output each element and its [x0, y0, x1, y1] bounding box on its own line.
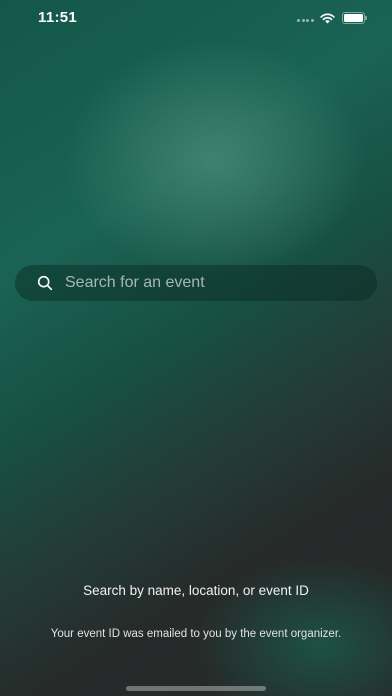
- status-bar: 11:51: [0, 0, 392, 40]
- status-time: 11:51: [38, 9, 78, 26]
- wifi-icon: [320, 13, 335, 24]
- event-id-hint-text: Your event ID was emailed to you by the …: [50, 628, 342, 640]
- battery-icon: [342, 12, 368, 24]
- event-search-bar[interactable]: [15, 265, 377, 301]
- search-hint-text: Search by name, location, or event ID: [83, 583, 309, 598]
- search-icon: [37, 275, 53, 291]
- event-search-input[interactable]: [65, 265, 365, 301]
- cellular-signal-icon: [297, 19, 314, 22]
- event-search-screen: 11:51 Search by name, location, or event…: [0, 0, 392, 696]
- home-indicator[interactable]: [126, 686, 266, 691]
